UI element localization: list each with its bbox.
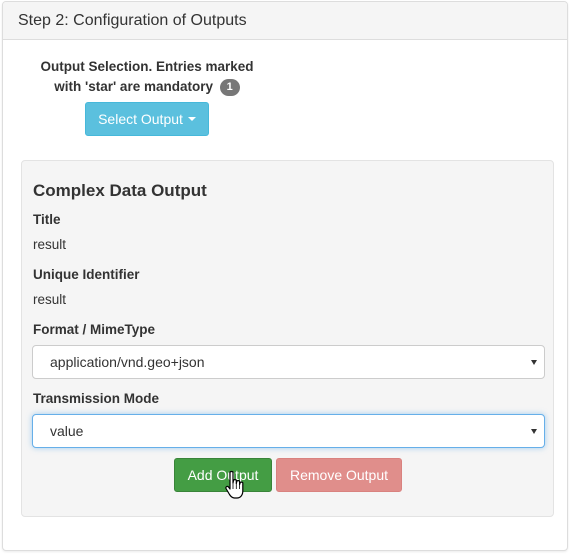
output-title-heading: Complex Data Output [33, 181, 207, 200]
output-selection-area: Output Selection. Entries marked with 's… [29, 57, 265, 136]
output-selection-line2: with 'star' are mandatory [54, 79, 213, 94]
configuration-panel: Step 2: Configuration of Outputs Output … [2, 1, 568, 551]
add-output-button[interactable]: Add Output [174, 458, 272, 492]
format-mimetype-label: Format / MimeType [33, 322, 156, 337]
select-output-button[interactable]: Select Output [85, 102, 209, 136]
panel-heading: Step 2: Configuration of Outputs [3, 2, 567, 40]
unique-identifier-value: result [33, 292, 67, 307]
title-value: result [33, 237, 67, 252]
transmission-mode-selected: value [50, 423, 84, 439]
format-mimetype-selected: application/vnd.geo+json [50, 354, 205, 370]
complex-data-output-card: Complex Data Output Title result Unique … [21, 160, 554, 517]
output-selection-line1: Output Selection. Entries marked [40, 59, 254, 74]
chevron-down-icon [531, 360, 537, 365]
title-label: Title [33, 212, 61, 227]
transmission-mode-label: Transmission Mode [33, 391, 160, 406]
chevron-down-icon [531, 429, 537, 434]
select-output-label: Select Output [98, 111, 183, 127]
unique-identifier-label: Unique Identifier [33, 267, 140, 282]
mandatory-count-badge: 1 [219, 79, 240, 96]
output-selection-text: Output Selection. Entries marked with 's… [29, 57, 265, 97]
caret-down-icon [187, 117, 196, 121]
transmission-mode-select[interactable]: value [32, 414, 545, 448]
hand-pointer-icon [225, 470, 244, 499]
remove-output-button[interactable]: Remove Output [276, 458, 402, 492]
format-mimetype-select[interactable]: application/vnd.geo+json [32, 345, 545, 379]
